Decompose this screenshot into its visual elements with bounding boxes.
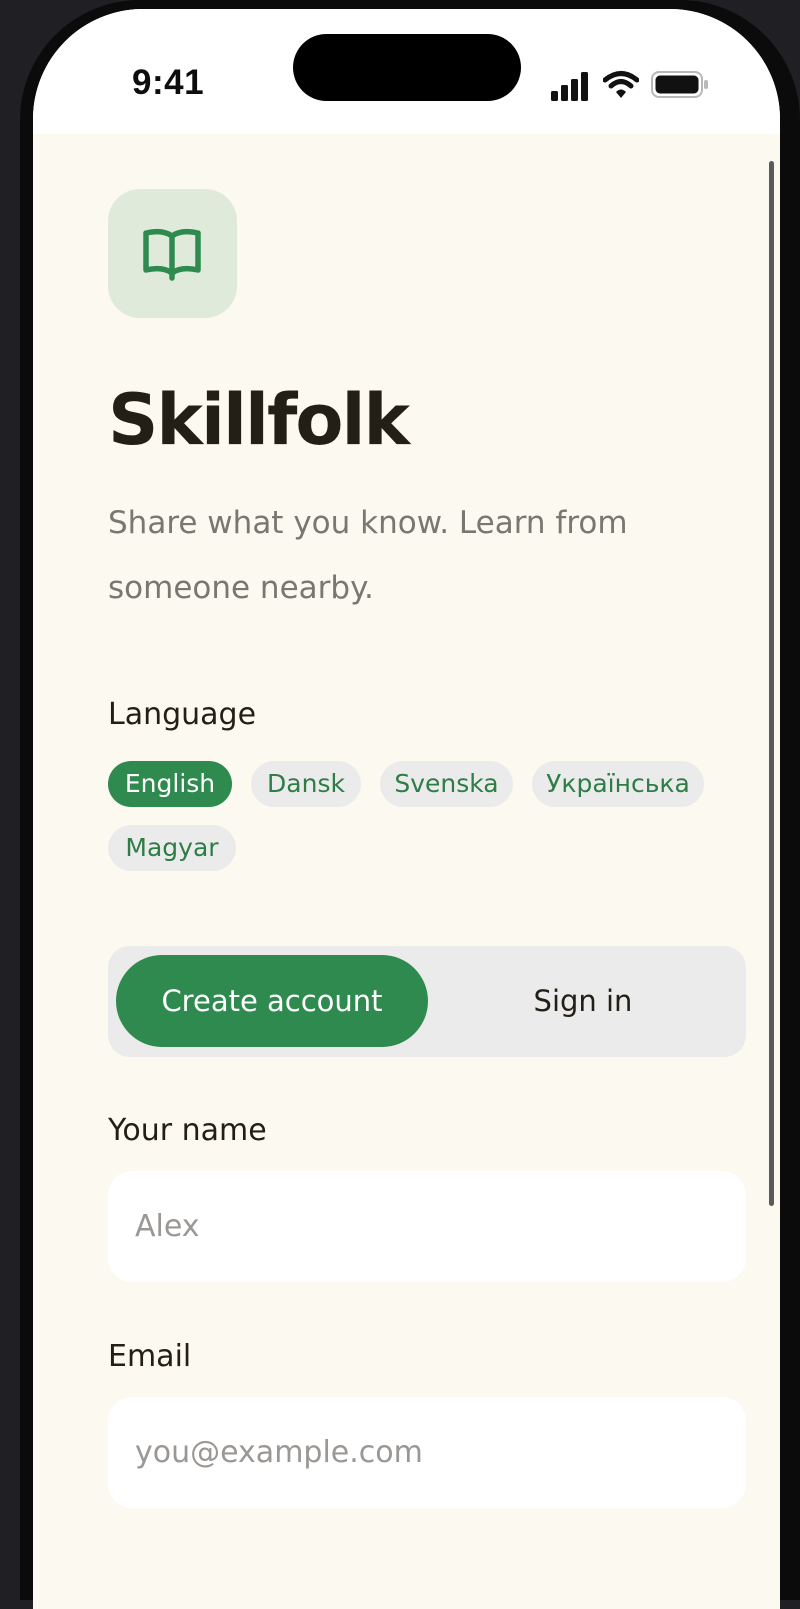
status-time: 9:41 — [132, 63, 205, 102]
sign-in-tab[interactable]: Sign in — [428, 955, 738, 1047]
language-chip-dansk[interactable]: Dansk — [251, 761, 361, 807]
open-book-icon — [143, 229, 201, 281]
name-field-label: Your name — [108, 1113, 267, 1148]
language-label: Language — [108, 697, 257, 732]
status-icons — [551, 67, 711, 103]
status-bar: 9:41 — [33, 9, 780, 134]
scrollbar[interactable] — [769, 161, 774, 1206]
wifi-icon — [603, 71, 639, 98]
auth-mode-toggle: Create account Sign in — [108, 946, 746, 1057]
language-chip-svenska[interactable]: Svenska — [380, 761, 513, 807]
email-field-label: Email — [108, 1339, 192, 1374]
language-chip-english[interactable]: English — [108, 761, 232, 807]
app-tagline: Share what you know. Learn from someone … — [108, 505, 628, 606]
language-chip-ukrainian[interactable]: Українська — [532, 761, 704, 807]
dynamic-island — [293, 34, 521, 101]
phone-screen: 9:41 Skillfolk Share what you know. Lear… — [33, 9, 780, 1609]
battery-icon — [651, 71, 708, 98]
app-title: Skillfolk — [108, 379, 410, 461]
create-account-tab[interactable]: Create account — [116, 955, 428, 1047]
name-input[interactable] — [108, 1171, 746, 1282]
app-logo — [108, 189, 237, 318]
phone-frame: 9:41 Skillfolk Share what you know. Lear… — [20, 0, 800, 1609]
cellular-signal-icon — [551, 72, 588, 101]
email-input[interactable] — [108, 1397, 746, 1508]
language-chip-magyar[interactable]: Magyar — [108, 825, 236, 871]
